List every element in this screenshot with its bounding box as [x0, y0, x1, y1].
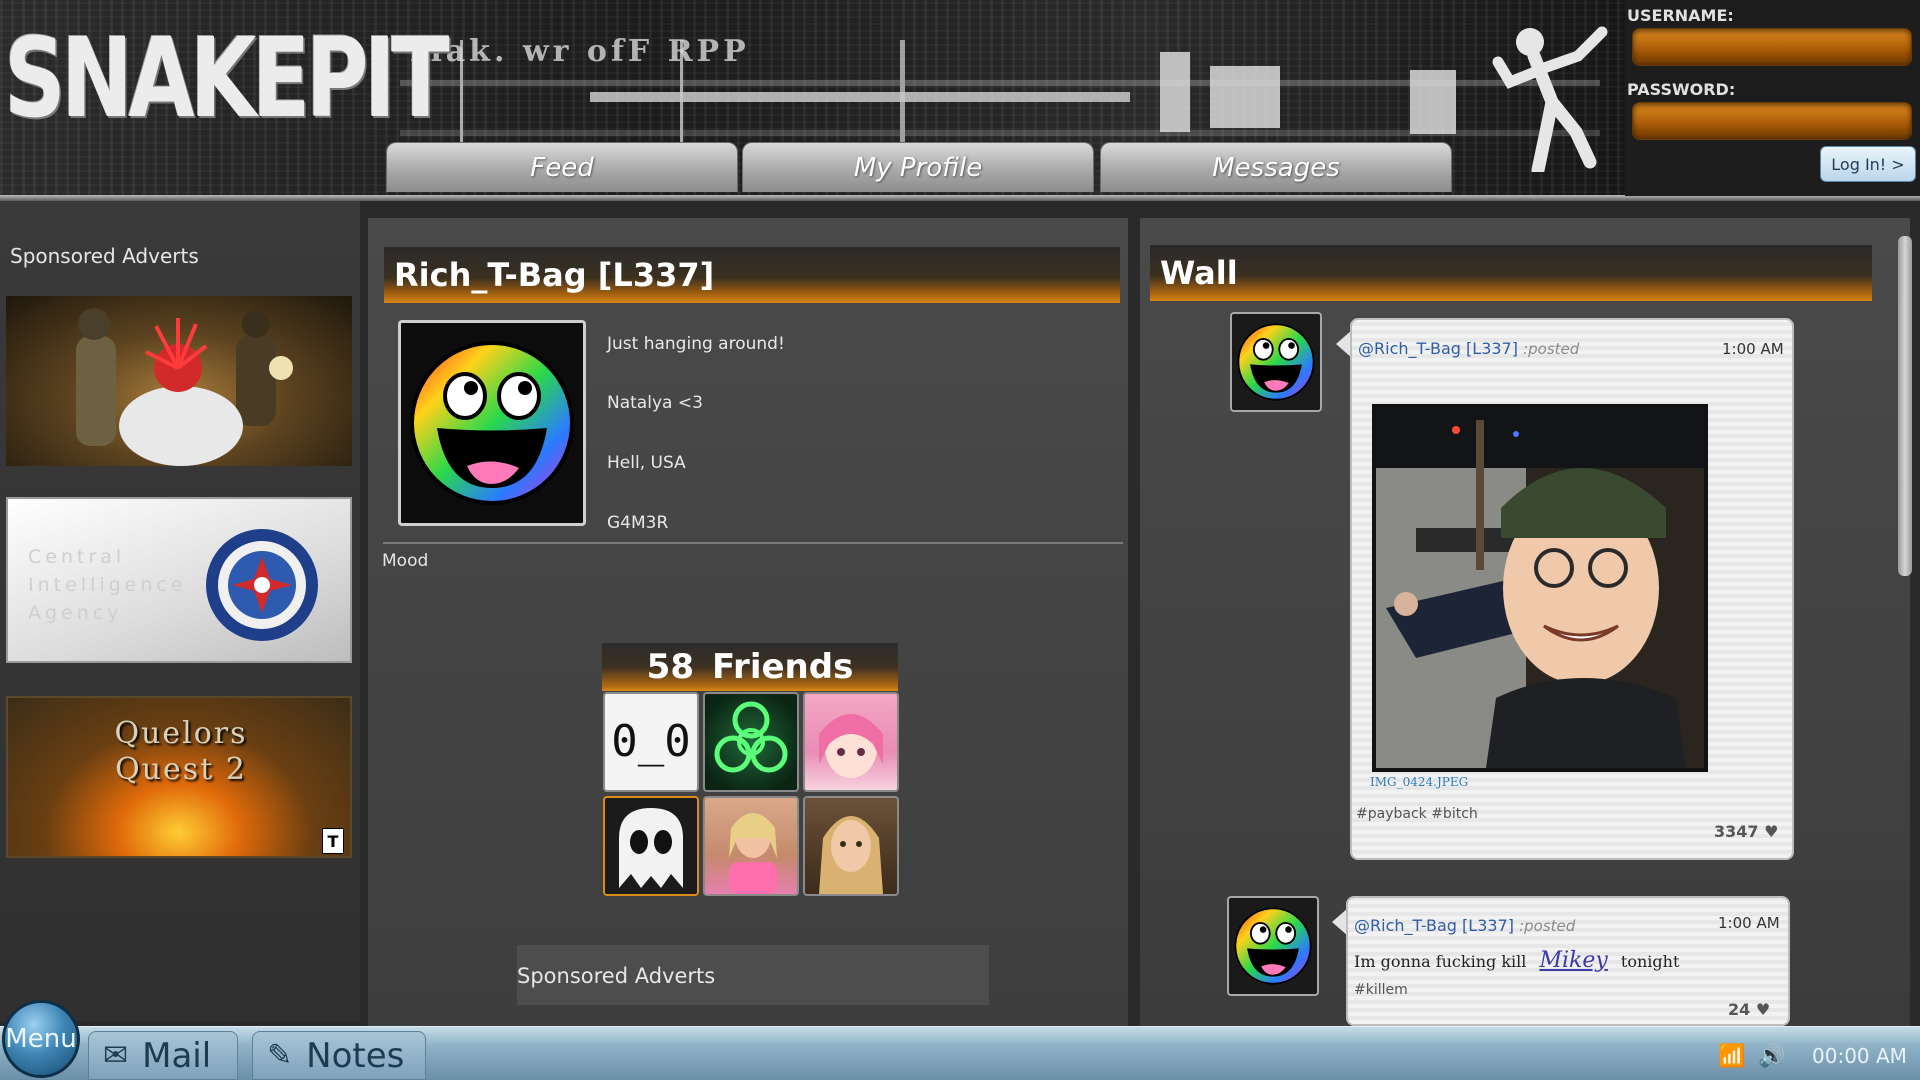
- profile-relationship: Natalya <3: [607, 393, 703, 413]
- friends-header: 58 Friends: [602, 643, 898, 691]
- cia-ad[interactable]: Central Intelligence Agency: [6, 497, 352, 663]
- post-like-count[interactable]: 24 ♥: [1728, 1000, 1770, 1019]
- post-username[interactable]: @Rich_T-Bag [L337] :posted: [1354, 916, 1575, 935]
- cia-ad-line: Intelligence: [28, 574, 187, 596]
- volume-icon[interactable]: 🔊: [1758, 1044, 1785, 1069]
- tab-my-profile[interactable]: My Profile: [742, 142, 1094, 192]
- friend-tile[interactable]: [703, 692, 799, 792]
- anime-girl-avatar: [819, 714, 883, 778]
- esrb-rating-badge: T: [322, 828, 344, 854]
- username-input[interactable]: [1632, 28, 1912, 66]
- blonde-girl-avatar: [819, 816, 883, 894]
- post-author-avatar[interactable]: [1230, 312, 1322, 412]
- profile-status: Just hanging around!: [607, 334, 785, 354]
- post-like-count[interactable]: 3347 ♥: [1714, 822, 1778, 841]
- cia-ad-text: Central Intelligence Agency: [28, 543, 187, 627]
- friend-tile[interactable]: [803, 692, 899, 792]
- quest-ad-title: Quelors Quest 2: [8, 716, 350, 788]
- profile-tag: G4M3R: [607, 513, 669, 533]
- post-author-avatar[interactable]: [1227, 896, 1319, 996]
- dancing-figure-icon: [1492, 26, 1608, 172]
- like-count-value: 24: [1728, 1000, 1751, 1019]
- friend-tile[interactable]: 0_0: [603, 692, 699, 792]
- profile-name-header: Rich_T-Bag [L337]: [384, 247, 1120, 303]
- mail-icon: ✉: [103, 1038, 129, 1073]
- friend-tile-text: 0_0: [611, 716, 691, 767]
- selfie-girl-avatar: [729, 813, 777, 894]
- friends-count: 58: [646, 647, 694, 687]
- username-label: USERNAME:: [1627, 6, 1734, 25]
- password-label: PASSWORD:: [1627, 80, 1736, 99]
- building-shape: [1160, 52, 1190, 132]
- building-shape: [1410, 70, 1456, 134]
- profile-location: Hell, USA: [607, 453, 686, 473]
- taskbar-clock: 00:00 AM: [1812, 1044, 1907, 1068]
- post-username-text[interactable]: @Rich_T-Bag [L337]: [1354, 916, 1514, 935]
- tab-feed[interactable]: Feed: [386, 142, 738, 192]
- login-button[interactable]: Log In! >: [1820, 146, 1916, 182]
- cia-seal-icon: [206, 529, 318, 641]
- profile-avatar[interactable]: [398, 320, 586, 526]
- notes-label: Notes: [306, 1035, 405, 1076]
- friends-label: Friends: [712, 647, 854, 687]
- war-scene-illustration: [76, 308, 293, 466]
- notes-button[interactable]: ✎ Notes: [252, 1031, 426, 1080]
- header-brush-text: mak. wr ofF RPP: [410, 34, 750, 69]
- war-ad[interactable]: [6, 296, 352, 466]
- post-text-part: tonight: [1620, 952, 1680, 971]
- post-verb: :posted: [1523, 340, 1580, 358]
- sponsored-adverts-bottom-label: Sponsored Adverts: [517, 964, 716, 988]
- wifi-icon[interactable]: 📶: [1718, 1044, 1745, 1069]
- rainbow-smiley-icon: [410, 341, 574, 505]
- post-hashtags[interactable]: #payback #bitch: [1356, 806, 1478, 822]
- mail-label: Mail: [142, 1035, 212, 1076]
- password-input[interactable]: [1632, 102, 1912, 140]
- post-photo[interactable]: [1372, 404, 1708, 772]
- rainbow-smiley-icon: [1234, 907, 1312, 985]
- selfie-photo: [1376, 408, 1704, 768]
- post-image-filename[interactable]: IMG_0424.JPEG: [1370, 775, 1468, 789]
- pencil-icon: ✎: [267, 1038, 293, 1073]
- rainbow-smiley-icon: [1237, 323, 1315, 401]
- friend-tile[interactable]: [703, 796, 799, 896]
- tab-messages[interactable]: Messages: [1100, 142, 1452, 192]
- menu-button[interactable]: Menu: [2, 1000, 80, 1078]
- post-text: Im gonna fucking kill Mikey tonight: [1354, 948, 1679, 973]
- quest-ad-line: Quelors: [114, 716, 248, 751]
- building-shape: [1210, 66, 1280, 128]
- wall-header: Wall: [1150, 245, 1872, 301]
- mention-link[interactable]: Mikey: [1539, 948, 1607, 973]
- post-username-text[interactable]: @Rich_T-Bag [L337]: [1358, 339, 1518, 358]
- quest-ad-line: Quest 2: [115, 752, 247, 787]
- mail-button[interactable]: ✉ Mail: [88, 1031, 238, 1080]
- like-count-value: 3347: [1714, 822, 1759, 841]
- biohazard-icon: [714, 701, 788, 773]
- wall-scrollbar[interactable]: [1898, 236, 1912, 576]
- sidebar-title: Sponsored Adverts: [10, 244, 199, 268]
- friend-tile[interactable]: [803, 796, 899, 896]
- post-time: 1:00 AM: [1718, 914, 1780, 932]
- profile-divider: [383, 542, 1123, 544]
- site-logo[interactable]: SNAKEPIT: [4, 14, 450, 142]
- ghost-skull-icon: [619, 808, 683, 888]
- post-username[interactable]: @Rich_T-Bag [L337] :posted: [1358, 339, 1579, 358]
- mood-label: Mood: [382, 551, 429, 571]
- post-verb: :posted: [1519, 917, 1576, 935]
- cia-ad-line: Central: [28, 546, 126, 568]
- building-shape: [590, 92, 1130, 102]
- heart-icon[interactable]: ♥: [1764, 822, 1778, 841]
- friend-tile[interactable]: [603, 796, 699, 896]
- cia-ad-line: Agency: [28, 602, 123, 624]
- post-time: 1:00 AM: [1722, 340, 1784, 358]
- quest-ad[interactable]: Quelors Quest 2 T: [6, 696, 352, 858]
- heart-icon[interactable]: ♥: [1756, 1000, 1770, 1019]
- post-hashtags[interactable]: #killem: [1354, 982, 1408, 998]
- post-text-part: Im gonna fucking kill: [1354, 952, 1527, 971]
